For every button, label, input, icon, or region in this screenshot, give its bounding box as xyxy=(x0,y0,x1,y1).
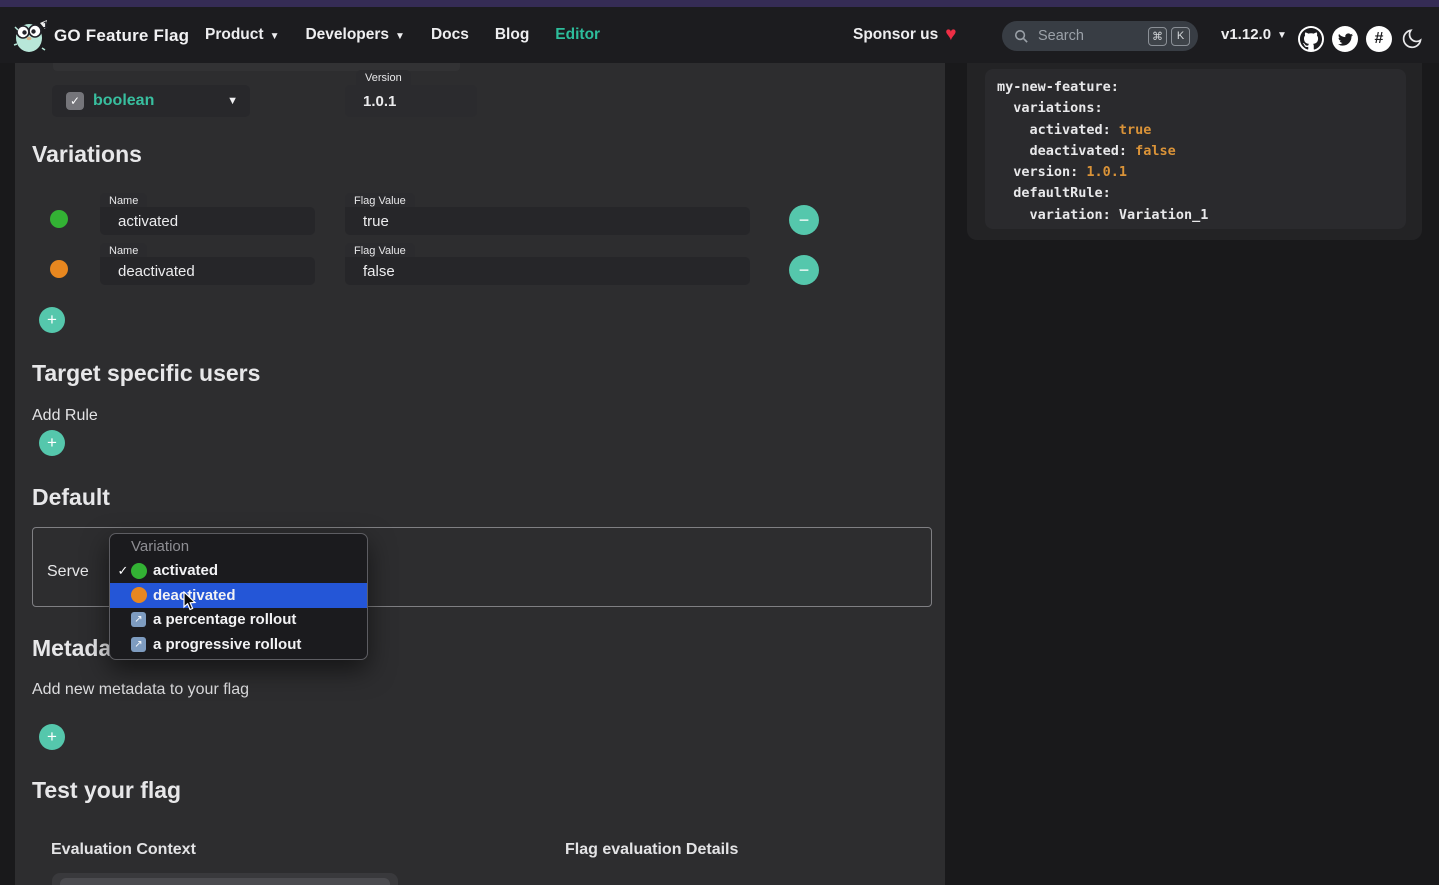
nav-item-label: Product xyxy=(205,26,264,44)
nav-item-docs[interactable]: Docs xyxy=(431,26,469,44)
page: 1 GO Feature Flag Product ▼ Developers ▼ Doc… xyxy=(0,0,1439,885)
dropdown-group-label: Variation xyxy=(110,534,367,559)
check-icon: ✓ xyxy=(115,563,131,579)
variation-color-dot xyxy=(50,210,68,228)
remove-variation-button[interactable]: − xyxy=(789,255,819,285)
yaml-line: variation: Variation_1 xyxy=(997,205,1394,226)
chevron-down-icon: ▼ xyxy=(270,31,280,42)
add-variation-button[interactable]: + xyxy=(39,307,65,333)
version-dropdown[interactable]: v1.12.0 ▼ xyxy=(1221,26,1287,43)
rollout-icon: ↗ xyxy=(131,637,146,652)
option-label: a percentage rollout xyxy=(153,611,296,628)
option-label: a progressive rollout xyxy=(153,636,301,653)
rollout-icon: ↗ xyxy=(131,612,146,627)
navbar: 1 GO Feature Flag Product ▼ Developers ▼ Doc… xyxy=(0,7,1439,63)
default-heading: Default xyxy=(32,484,110,511)
checkbox-icon: ✓ xyxy=(66,92,84,110)
heart-icon: ♥ xyxy=(945,25,956,44)
search-placeholder: Search xyxy=(1038,28,1144,44)
sponsor-label: Sponsor us xyxy=(853,26,938,44)
flag-value-label: Flag Value xyxy=(345,243,415,258)
github-icon[interactable] xyxy=(1298,26,1324,52)
yaml-code-block: my-new-feature: variations: activated: t… xyxy=(985,69,1406,229)
dropdown-option-a-progressive-rollout[interactable]: ↗ a progressive rollout xyxy=(110,632,367,657)
yaml-line: activated: true xyxy=(997,120,1394,141)
flag-value-input[interactable]: true xyxy=(345,207,750,235)
version-input[interactable]: 1.0.1 xyxy=(345,85,477,117)
editor-form: ✓ boolean ▼ Version 1.0.1 Variations Nam… xyxy=(15,63,945,885)
nav-item-product[interactable]: Product ▼ xyxy=(205,26,279,44)
nav-menu: Product ▼ Developers ▼ Docs Blog Editor xyxy=(205,7,600,63)
social-links: # xyxy=(1298,26,1424,52)
variation-dropdown-menu: Variation ✓ activated deactivated ↗ a percen… xyxy=(109,533,368,660)
yaml-line: version: 1.0.1 xyxy=(997,162,1394,183)
flag-value-input[interactable]: false xyxy=(345,257,750,285)
flag-type-value: boolean xyxy=(93,92,227,110)
dropdown-options: ✓ activated deactivated ↗ a percentage rollo… xyxy=(110,559,367,657)
dropdown-option-a-percentage-rollout[interactable]: ↗ a percentage rollout xyxy=(110,608,367,633)
variations-heading: Variations xyxy=(32,141,142,168)
twitter-icon[interactable] xyxy=(1332,26,1358,52)
flag-type-select[interactable]: ✓ boolean ▼ xyxy=(52,85,250,117)
variation-color-dot xyxy=(131,587,147,603)
nav-item-label: Developers xyxy=(305,26,389,44)
nav-item-label: Blog xyxy=(495,26,529,44)
dark-mode-icon[interactable] xyxy=(1400,27,1424,51)
evaluation-context-header: Evaluation Context xyxy=(51,841,196,859)
test-flag-heading: Test your flag xyxy=(32,777,181,804)
serve-label: Serve xyxy=(47,563,89,581)
slack-icon[interactable]: # xyxy=(1366,26,1392,52)
yaml-line: variations: xyxy=(997,98,1394,119)
variation-name-input[interactable]: activated xyxy=(100,207,315,235)
nav-item-editor[interactable]: Editor xyxy=(555,26,600,44)
cmd-keycap: ⌘ xyxy=(1148,27,1167,46)
sponsor-link[interactable]: Sponsor us ♥ xyxy=(853,25,957,44)
chevron-down-icon: ▼ xyxy=(227,95,238,107)
variation-name-label: Name xyxy=(100,193,147,208)
version-label: Version xyxy=(356,70,411,85)
mouse-cursor xyxy=(183,591,198,612)
brand-title[interactable]: GO Feature Flag xyxy=(54,26,189,46)
nav-item-label: Docs xyxy=(431,26,469,44)
variation-name-input[interactable]: deactivated xyxy=(100,257,315,285)
nav-item-blog[interactable]: Blog xyxy=(495,26,529,44)
k-keycap: K xyxy=(1171,27,1190,46)
variation-name-label: Name xyxy=(100,243,147,258)
chevron-down-icon: ▼ xyxy=(395,31,405,42)
yaml-line: deactivated: false xyxy=(997,141,1394,162)
flag-value-label: Flag Value xyxy=(345,193,415,208)
svg-text:1: 1 xyxy=(43,20,48,30)
evaluation-context-editor-inner xyxy=(60,878,390,885)
add-rule-label: Add Rule xyxy=(32,407,98,425)
metadata-subtitle: Add new metadata to your flag xyxy=(32,681,249,699)
search-input[interactable]: Search ⌘ K xyxy=(1002,21,1198,51)
nav-item-label: Editor xyxy=(555,26,600,44)
add-metadata-button[interactable]: + xyxy=(39,724,65,750)
variation-color-dot xyxy=(50,260,68,278)
dropdown-option-deactivated[interactable]: deactivated xyxy=(110,583,367,608)
flag-evaluation-details-header: Flag evaluation Details xyxy=(565,841,738,859)
search-icon xyxy=(1014,29,1029,44)
evaluation-context-editor[interactable] xyxy=(52,873,398,885)
yaml-line: defaultRule: xyxy=(997,183,1394,204)
yaml-line: my-new-feature: xyxy=(997,77,1394,98)
variation-color-dot xyxy=(131,563,147,579)
version-label: v1.12.0 xyxy=(1221,26,1271,43)
remove-variation-button[interactable]: − xyxy=(789,205,819,235)
targeting-heading: Target specific users xyxy=(32,360,260,387)
add-rule-button[interactable]: + xyxy=(39,430,65,456)
gopher-logo[interactable]: 1 xyxy=(12,15,50,55)
option-label: activated xyxy=(153,562,218,579)
yaml-preview-panel: my-new-feature: variations: activated: t… xyxy=(967,63,1422,240)
top-accent-strip xyxy=(0,0,1439,7)
dropdown-option-activated[interactable]: ✓ activated xyxy=(110,559,367,584)
chevron-down-icon: ▼ xyxy=(1277,30,1287,41)
nav-item-developers[interactable]: Developers ▼ xyxy=(305,26,404,44)
